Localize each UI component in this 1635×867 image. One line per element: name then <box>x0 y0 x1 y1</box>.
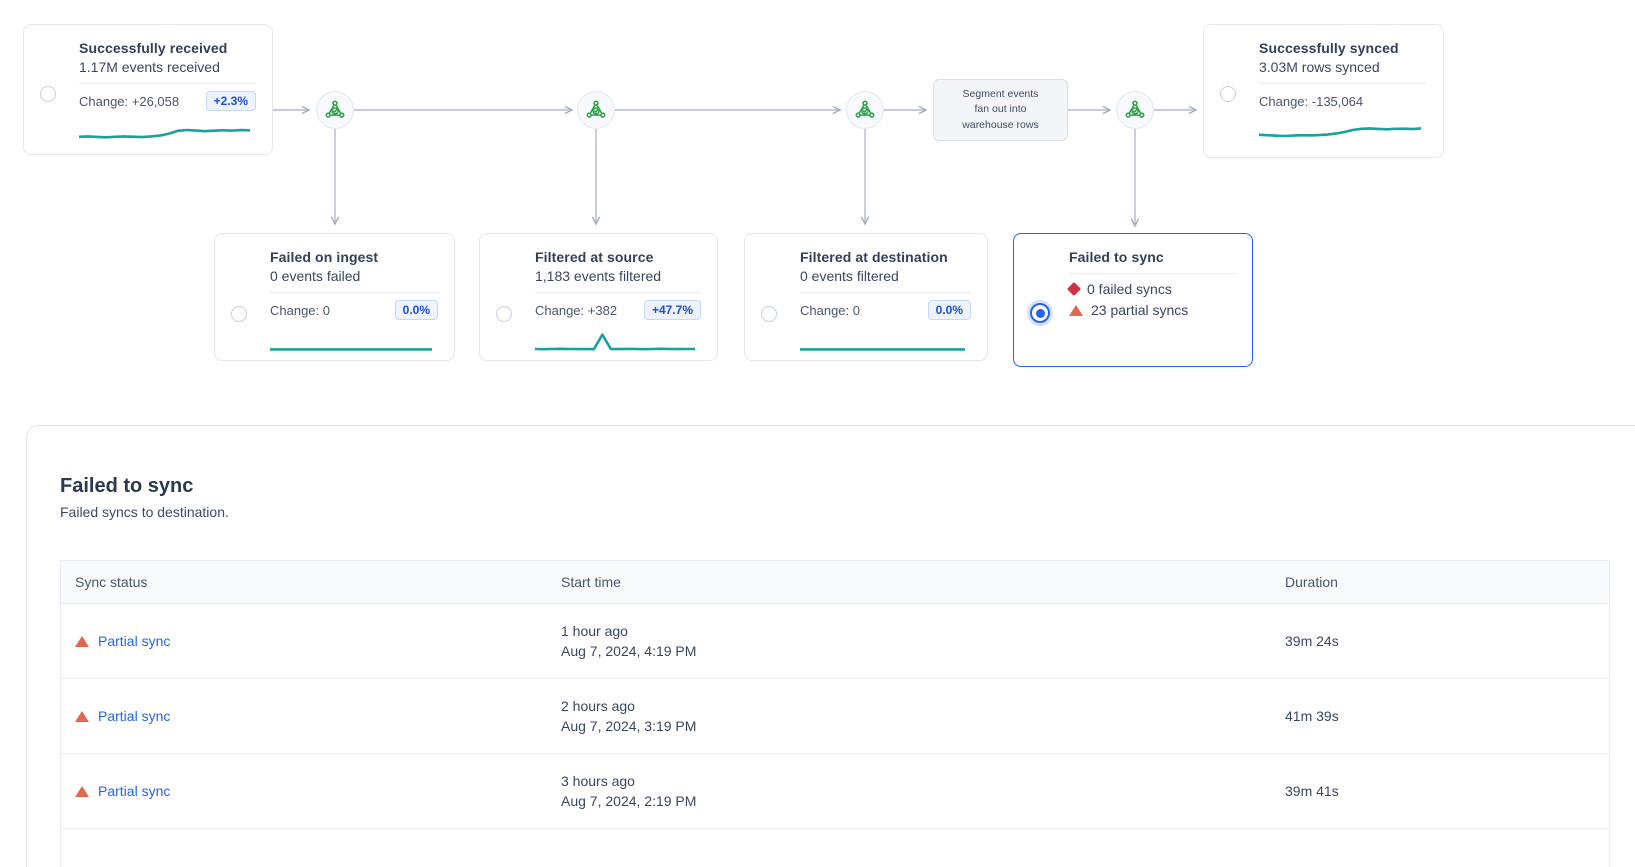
table-row: Partial sync 2 hours ago Aug 7, 2024, 3:… <box>61 678 1609 753</box>
partial-sync-link[interactable]: Partial sync <box>98 783 170 799</box>
partial-triangle-icon <box>1069 305 1083 316</box>
partial-sync-link[interactable]: Partial sync <box>98 633 170 649</box>
pipeline-node-icon <box>577 91 615 129</box>
fan-out-note-line: warehouse rows <box>962 118 1038 133</box>
partial-triangle-icon <box>75 786 89 797</box>
divider <box>79 83 256 84</box>
card-value: 1.17M events received <box>79 59 256 75</box>
divider <box>1069 273 1236 274</box>
metric-card-filtered-at-source[interactable]: Filtered at source 1,183 events filtered… <box>479 233 718 361</box>
pipeline-node-icon <box>846 91 884 129</box>
duration-cell: 39m 41s <box>1285 783 1611 799</box>
pipeline-node-icon <box>1116 91 1154 129</box>
card-title: Filtered at source <box>535 249 701 265</box>
table-row-partial <box>61 828 1609 867</box>
panel-subtitle: Failed syncs to destination. <box>60 504 1635 520</box>
metric-card-failed-to-sync[interactable]: Failed to sync 0 failed syncs 23 partial… <box>1013 233 1253 367</box>
change-label: Change: -135,064 <box>1259 94 1363 109</box>
failed-diamond-icon <box>1067 282 1081 296</box>
divider <box>270 292 438 293</box>
divider <box>1259 83 1427 84</box>
column-header-start-time: Start time <box>561 574 1285 590</box>
start-time-cell: 2 hours ago Aug 7, 2024, 3:19 PM <box>561 696 1285 736</box>
metric-radio[interactable] <box>496 306 512 322</box>
card-value: 0 events filtered <box>800 268 971 284</box>
sparkline <box>270 329 432 353</box>
partial-syncs-label: 23 partial syncs <box>1091 302 1188 318</box>
change-percent-badge: +2.3% <box>206 91 256 111</box>
partial-triangle-icon <box>75 711 89 722</box>
sync-table-header: Sync status Start time Duration <box>61 561 1609 603</box>
duration-cell: 41m 39s <box>1285 708 1611 724</box>
metric-radio-selected[interactable] <box>1030 303 1050 323</box>
fan-out-note: Segment events fan out into warehouse ro… <box>933 79 1068 141</box>
card-title: Successfully received <box>79 40 256 56</box>
sparkline <box>800 329 965 353</box>
table-row: Partial sync 1 hour ago Aug 7, 2024, 4:1… <box>61 603 1609 678</box>
sparkline <box>79 120 250 144</box>
card-title: Filtered at destination <box>800 249 971 265</box>
column-header-duration: Duration <box>1285 574 1611 590</box>
column-header-sync-status: Sync status <box>61 574 561 590</box>
change-percent-badge: 0.0% <box>928 300 971 320</box>
card-value: 0 events failed <box>270 268 438 284</box>
card-title: Failed to sync <box>1069 249 1236 265</box>
sparkline <box>1259 120 1421 144</box>
start-time-cell: 3 hours ago Aug 7, 2024, 2:19 PM <box>561 771 1285 811</box>
fan-out-note-line: fan out into <box>975 102 1027 117</box>
divider <box>535 292 701 293</box>
start-time-cell: 1 hour ago Aug 7, 2024, 4:19 PM <box>561 621 1285 661</box>
table-row: Partial sync 3 hours ago Aug 7, 2024, 2:… <box>61 753 1609 828</box>
card-title: Successfully synced <box>1259 40 1427 56</box>
change-percent-badge: +47.7% <box>644 300 701 320</box>
card-title: Failed on ingest <box>270 249 438 265</box>
metric-radio[interactable] <box>761 306 777 322</box>
panel-title: Failed to sync <box>60 475 1635 498</box>
card-value: 1,183 events filtered <box>535 268 701 284</box>
partial-sync-link[interactable]: Partial sync <box>98 708 170 724</box>
fan-out-note-line: Segment events <box>963 87 1039 102</box>
metric-card-failed-on-ingest[interactable]: Failed on ingest 0 events failed Change:… <box>214 233 455 361</box>
sync-table: Sync status Start time Duration Partial … <box>60 560 1610 867</box>
sync-table-body: Partial sync 1 hour ago Aug 7, 2024, 4:1… <box>61 603 1609 828</box>
divider <box>800 292 971 293</box>
failed-to-sync-panel: Failed to sync Failed syncs to destinati… <box>26 425 1635 867</box>
metric-card-filtered-at-destination[interactable]: Filtered at destination 0 events filtere… <box>744 233 988 361</box>
change-label: Change: +26,058 <box>79 94 179 109</box>
metric-radio[interactable] <box>40 86 56 102</box>
metric-card-successfully-received[interactable]: Successfully received 1.17M events recei… <box>23 24 273 155</box>
sparkline <box>535 329 695 353</box>
change-percent-badge: 0.0% <box>395 300 438 320</box>
change-label: Change: 0 <box>800 303 860 318</box>
change-label: Change: +382 <box>535 303 617 318</box>
metric-radio[interactable] <box>231 306 247 322</box>
card-value: 3.03M rows synced <box>1259 59 1427 75</box>
duration-cell: 39m 24s <box>1285 633 1611 649</box>
pipeline-node-icon <box>316 91 354 129</box>
metric-radio[interactable] <box>1220 86 1236 102</box>
failed-syncs-label: 0 failed syncs <box>1087 281 1172 297</box>
partial-triangle-icon <box>75 636 89 647</box>
metric-card-successfully-synced[interactable]: Successfully synced 3.03M rows synced Ch… <box>1203 24 1444 158</box>
delivery-overview-page: Segment events fan out into warehouse ro… <box>0 0 1635 867</box>
change-label: Change: 0 <box>270 303 330 318</box>
